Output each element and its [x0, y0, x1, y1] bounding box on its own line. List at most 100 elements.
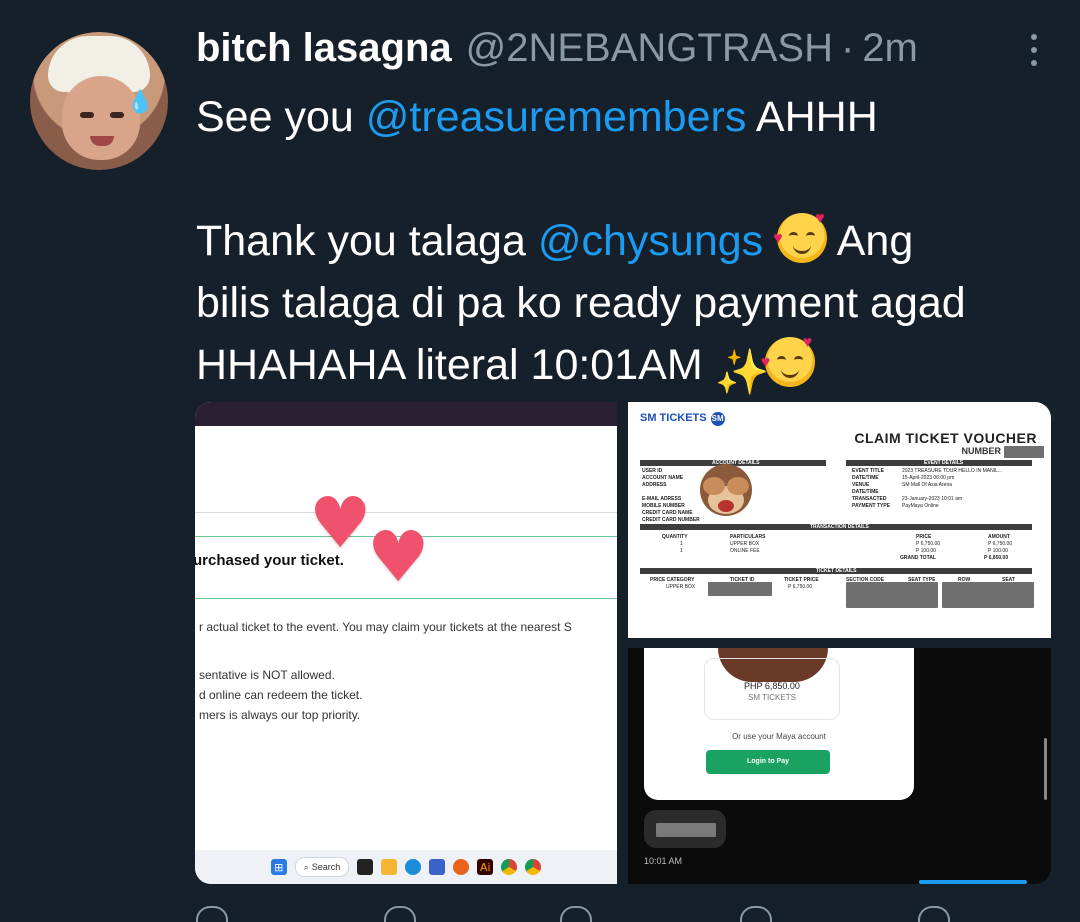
edge-icon[interactable] — [405, 859, 422, 875]
chrome-icon[interactable] — [501, 859, 518, 875]
trans-cell: P 100.00 — [916, 548, 936, 554]
trans-cell: P 100.00 — [988, 548, 1008, 554]
store-icon[interactable] — [429, 859, 446, 875]
more-dot — [1031, 34, 1037, 40]
tweet-timestamp[interactable]: 2m — [862, 26, 918, 71]
heart-sticker-icon: ♥ — [367, 516, 430, 598]
emoji-eye — [806, 232, 816, 240]
illustrator-icon[interactable]: Ai — [477, 859, 494, 875]
maya-prompt: Or use your Maya account — [732, 732, 826, 741]
trans-header: AMOUNT — [988, 534, 1010, 540]
event-label: EVENT TITLE — [852, 468, 884, 474]
section-title-transaction: TRANSACTION DETAILS — [810, 524, 869, 530]
emoji-mouth — [793, 243, 812, 254]
emoji-eye — [793, 356, 803, 364]
sparkles-emoji: ✨ — [714, 348, 770, 397]
text-segment: HHAHAHA literal 10:01AM — [196, 341, 715, 389]
trans-cell: 1 — [680, 541, 683, 547]
payment-amount: PHP 6,850.00 — [744, 681, 800, 691]
event-label: VENUE — [852, 482, 870, 488]
trans-cell: 1 — [680, 548, 683, 554]
media-image-purchase-confirmation[interactable]: urchased your ticket. r actual ticket to… — [195, 402, 617, 884]
display-name[interactable]: bitch lasagna — [196, 26, 452, 71]
ticket-cell: P 6,750.00 — [788, 584, 813, 590]
more-dot — [1031, 60, 1037, 66]
trans-header: PRICE — [916, 534, 932, 540]
windows-start-icon[interactable]: ⊞ — [270, 859, 287, 875]
field-label: E-MAIL ADRESS — [642, 496, 682, 502]
avatar-face — [62, 76, 140, 160]
heart-glyph: ♥ — [802, 334, 813, 351]
search-icon: ⌕ — [303, 861, 309, 872]
heart-glyph: ♥ — [815, 210, 825, 227]
sweat-drop-icon: 💧 — [126, 90, 154, 115]
taskbar-search-label: Search — [311, 862, 341, 872]
tweet-text: See you @treasuremembers AHHH Thank you … — [196, 86, 1056, 397]
field-label: MOBILE NUMBER — [642, 503, 685, 509]
tweet-line-1: See you @treasuremembers AHHH — [196, 86, 1056, 148]
field-label: CREDIT CARD NUMBER — [642, 517, 700, 523]
windows-taskbar: ⊞ ⌕ Search Ai — [195, 850, 617, 884]
login-to-pay-button[interactable]: Login to Pay — [706, 750, 830, 774]
event-label: TRANSACTED — [852, 496, 887, 502]
trans-cell: P 6,750.00 — [916, 541, 941, 547]
text-segment: Ang — [827, 217, 914, 265]
event-label: PAYMENT TYPE — [852, 503, 891, 509]
text-segment: See you — [196, 93, 366, 141]
mention-treasuremembers[interactable]: @treasuremembers — [366, 93, 747, 141]
emoji-mouth — [780, 367, 799, 378]
voucher-title: CLAIM TICKET VOUCHER — [854, 430, 1037, 446]
divider — [195, 512, 617, 513]
trans-cell: UPPER BOX — [730, 541, 760, 547]
event-value: SM Mall Of Asia Arena — [902, 482, 953, 488]
tweet-header: bitch lasagna @2NEBANGTRASH · 2m — [196, 26, 918, 76]
emoji-eye — [776, 356, 786, 364]
tweet-actions — [196, 906, 956, 922]
heart-glyph: ♥ — [773, 230, 783, 247]
rule-note: sentative is NOT allowed. — [199, 668, 335, 682]
sm-tickets-logo-text: SM TICKETS — [640, 412, 707, 424]
text-segment: AHHH — [746, 93, 878, 141]
see-no-evil-monkey-sticker-icon — [700, 464, 752, 516]
heart-glyph: ♥ — [760, 354, 771, 371]
text-segment: Thank you talaga — [196, 217, 538, 265]
trans-cell: P 6,750.00 — [988, 541, 1013, 547]
user-handle[interactable]: @2NEBANGTRASH — [466, 26, 833, 71]
media-image-ticket-voucher[interactable]: SM TICKETS SM CLAIM TICKET VOUCHER NUMBER… — [628, 402, 1051, 638]
firefox-icon[interactable] — [453, 859, 470, 875]
tweet-media-grid: urchased your ticket. r actual ticket to… — [195, 402, 1051, 884]
redaction-box — [708, 582, 772, 596]
avatar[interactable]: 💧 — [30, 32, 168, 170]
claim-note: r actual ticket to the event. You may cl… — [199, 620, 572, 634]
taskbar-search[interactable]: ⌕ Search — [294, 857, 350, 877]
smiling-face-with-hearts-emoji: ♥ ♥ — [761, 335, 815, 387]
ticket-cell: UPPER BOX — [666, 584, 696, 590]
divider — [195, 598, 617, 599]
avatar-eye — [80, 112, 94, 118]
field-label: ACCOUNT NAME — [642, 475, 684, 481]
separator-dot: · — [840, 26, 855, 70]
emoji-eye — [789, 232, 799, 240]
event-label: DATE/TIME — [852, 489, 879, 495]
payment-summary: PHP 6,850.00 SM TICKETS — [704, 658, 840, 720]
tweet-line-5: HHAHAHA literal 10:01AM ✨ ♥ ♥ — [196, 334, 1056, 397]
task-view-icon[interactable] — [357, 859, 374, 875]
media-image-payment-screen[interactable]: PHP 6,850.00 SM TICKETS Or use your Maya… — [628, 648, 1051, 884]
voucher-number-label: NUMBER — [961, 446, 1002, 456]
rule-note: mers is always our top priority. — [199, 708, 361, 722]
field-label: CREDIT CARD NAME — [642, 510, 693, 516]
sm-tickets-logo: SM TICKETS SM — [640, 412, 725, 426]
chrome-icon[interactable] — [525, 859, 542, 875]
file-explorer-icon[interactable] — [381, 859, 398, 875]
trans-header: PARTICULARS — [730, 534, 766, 540]
mention-chysungs[interactable]: @chysungs — [538, 217, 763, 265]
tweet-line-4: bilis talaga di pa ko ready payment agad — [196, 279, 966, 327]
scrollbar[interactable] — [1044, 738, 1047, 800]
browser-topbar — [195, 402, 617, 426]
section-title-ticket: TICKET DETAILS — [816, 568, 857, 574]
redaction-box — [1004, 446, 1044, 458]
tweet-line-3: Thank you talaga @chysungs ♥ ♥ Ang — [196, 210, 1056, 272]
more-dots-icon[interactable] — [1028, 34, 1040, 66]
avatar-eye — [110, 112, 124, 118]
